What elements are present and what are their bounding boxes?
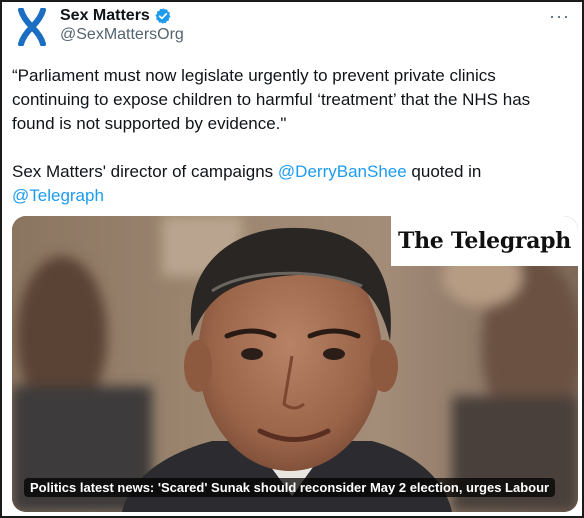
link-card-headline[interactable]: Politics latest news: 'Scared' Sunak sho… <box>24 478 556 497</box>
tweet-attribution: Sex Matters' director of campaigns @Derr… <box>12 160 572 208</box>
display-name[interactable]: Sex Matters <box>60 7 150 25</box>
tweet-text: “Parliament must now legislate urgently … <box>12 64 572 208</box>
publisher-masthead-text: The Telegraph <box>398 228 571 254</box>
mention-derrybanshee-link[interactable]: @DerryBanShee <box>278 162 407 181</box>
tweet-card: Sex Matters @SexMattersOrg ··· “Parliame… <box>0 0 584 518</box>
tweet-quote: “Parliament must now legislate urgently … <box>12 66 531 133</box>
name-row: Sex Matters <box>60 7 172 25</box>
attribution-middle: quoted in <box>406 162 482 181</box>
avatar[interactable] <box>12 7 52 47</box>
attribution-prefix: Sex Matters' director of campaigns <box>12 162 278 181</box>
tweet-header: Sex Matters @SexMattersOrg ··· <box>2 2 582 62</box>
more-options-icon[interactable]: ··· <box>549 6 570 27</box>
verified-badge-icon <box>155 8 171 24</box>
mention-telegraph-link[interactable]: @Telegraph <box>12 186 104 205</box>
chromosome-x-logo-icon <box>18 8 46 46</box>
account-handle[interactable]: @SexMattersOrg <box>60 26 184 44</box>
publisher-masthead: The Telegraph <box>391 216 578 266</box>
link-preview-card[interactable]: The Telegraph Politics latest news: 'Sca… <box>12 216 578 512</box>
